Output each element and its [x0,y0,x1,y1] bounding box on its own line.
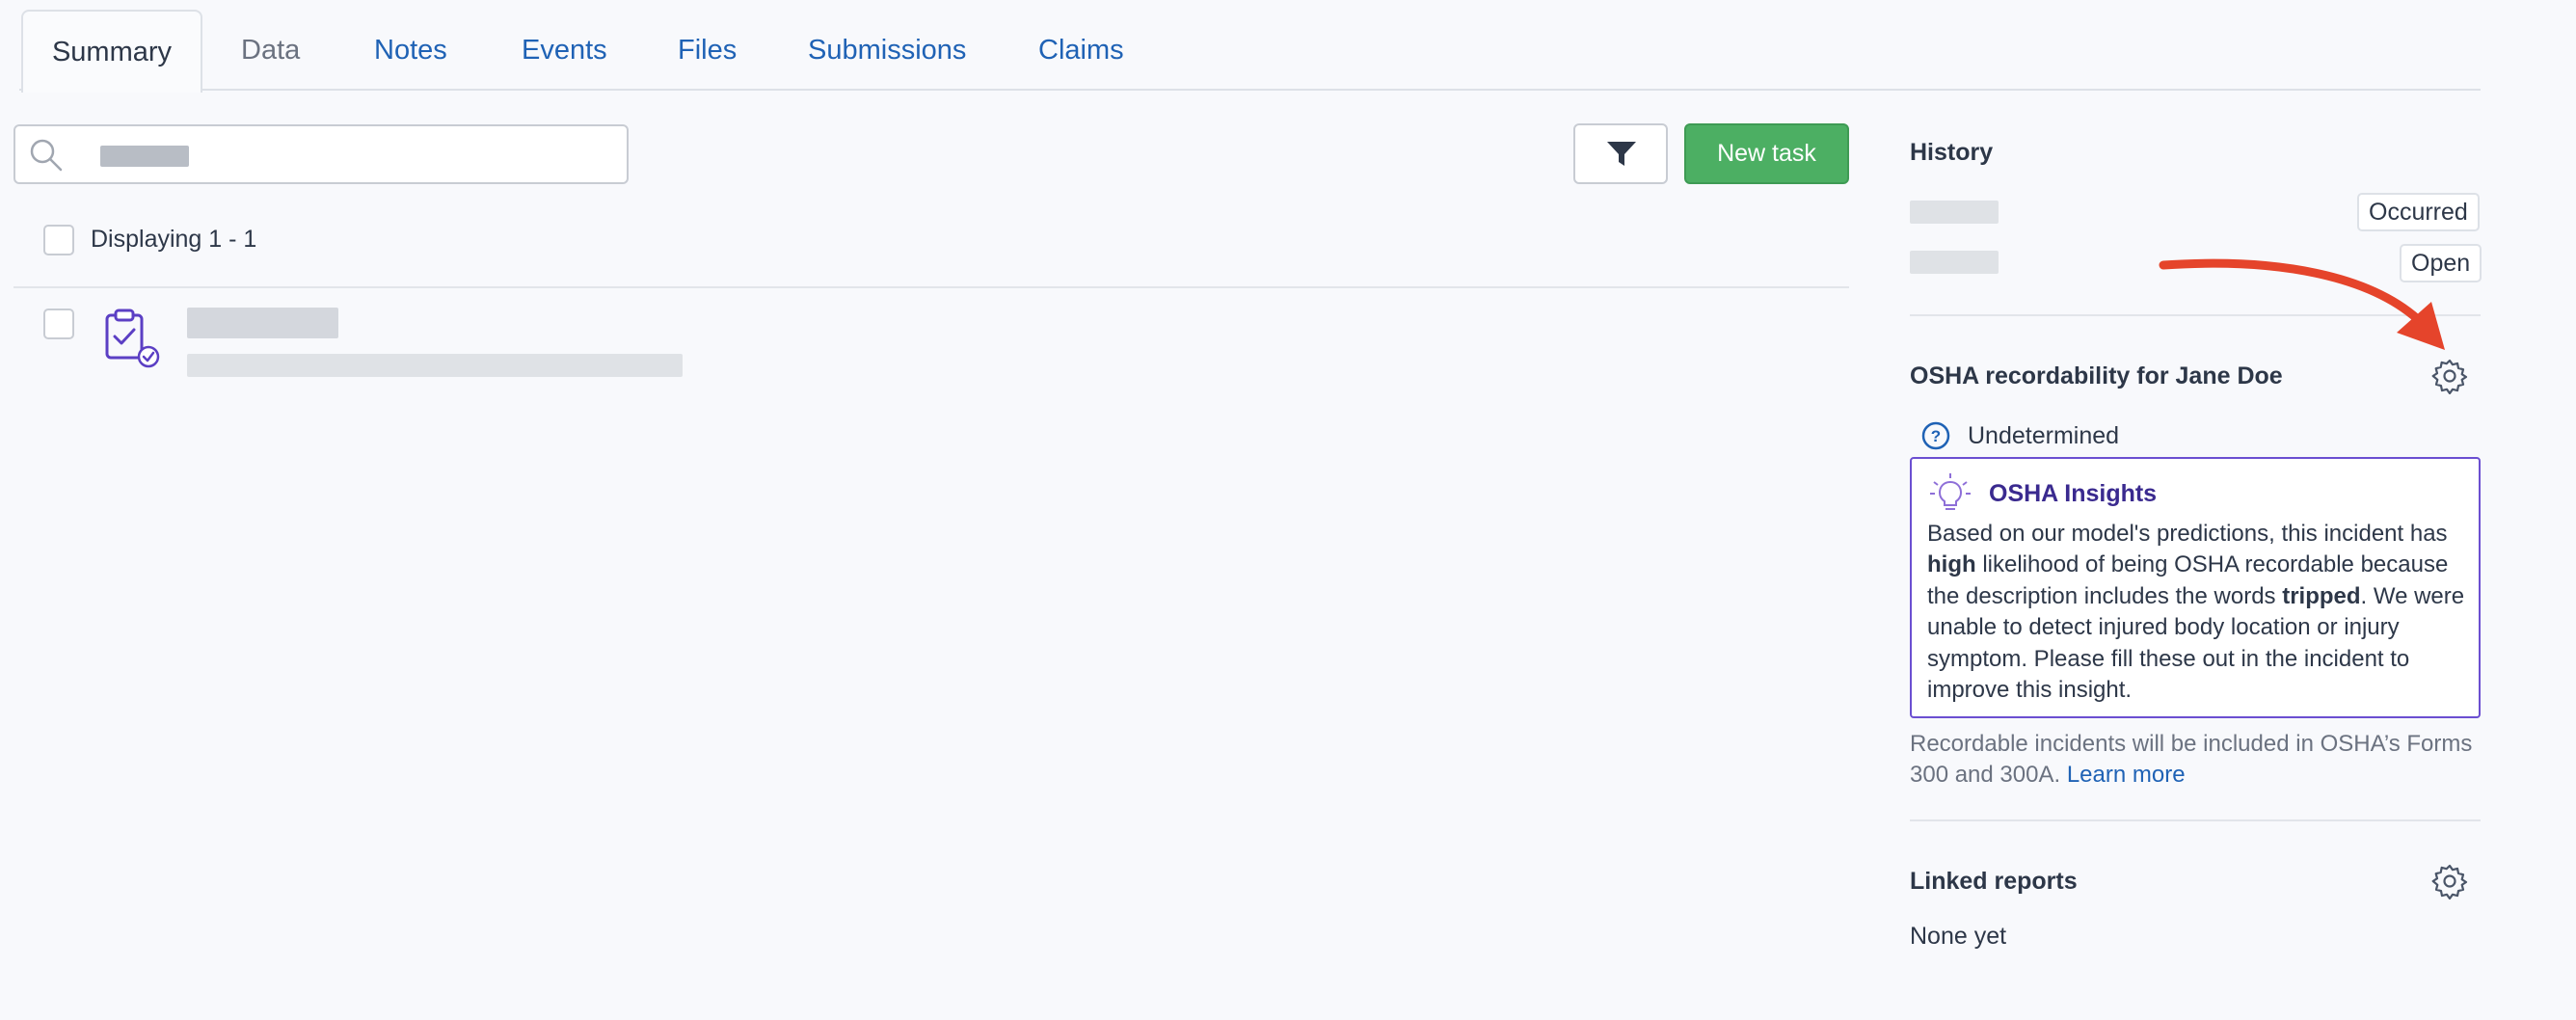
history-heading: History [1910,139,1994,166]
redacted-history-date [1910,251,1999,274]
redacted-task-title [187,308,338,338]
redacted-history-date [1910,201,1999,224]
linked-reports-heading: Linked reports [1910,868,2078,895]
gear-icon[interactable] [2431,863,2468,899]
tab-events[interactable]: Events [522,10,607,89]
status-badge-occurred: Occurred [2357,193,2480,231]
osha-insights-title: OSHA Insights [1989,480,2158,507]
section-divider [1910,819,2481,821]
tab-submissions[interactable]: Submissions [808,10,966,89]
filter-button[interactable] [1573,123,1668,184]
linked-reports-empty: None yet [1910,923,2007,950]
search-icon [30,139,63,172]
lightbulb-icon [1930,473,1971,510]
clipboard-check-icon [105,309,160,368]
displaying-count: Displaying 1 - 1 [91,226,257,253]
filter-icon [1607,142,1636,166]
task-row-checkbox[interactable] [43,309,74,339]
osha-insights-card: OSHA Insights Based on our model's predi… [1910,457,2481,718]
tab-files[interactable]: Files [678,10,737,89]
tab-notes[interactable]: Notes [374,10,447,89]
annotation-arrow-icon [2159,258,2445,350]
osha-footnote: Recordable incidents will be included in… [1910,731,2473,789]
osha-heading: OSHA recordability for Jane Doe [1910,362,2283,389]
search-box [13,124,629,184]
osha-status: Undetermined [1968,422,2120,449]
search-input[interactable] [83,140,607,171]
tab-data[interactable]: Data [241,10,300,89]
osha-insights-body: Based on our model's predictions, this i… [1927,521,2465,704]
new-task-button[interactable]: New task [1684,123,1849,184]
learn-more-link[interactable]: Learn more [2067,762,2186,788]
question-circle-icon: ? [1921,421,1950,450]
tab-claims[interactable]: Claims [1038,10,1124,89]
select-all-checkbox[interactable] [43,225,74,255]
tab-bar: Summary Data Notes Events Files Submissi… [19,10,2481,93]
gear-icon[interactable] [2431,358,2468,394]
redacted-task-subtitle [187,354,683,377]
svg-text:?: ? [1931,427,1941,445]
tab-summary[interactable]: Summary [21,10,202,93]
list-divider [13,286,1849,288]
